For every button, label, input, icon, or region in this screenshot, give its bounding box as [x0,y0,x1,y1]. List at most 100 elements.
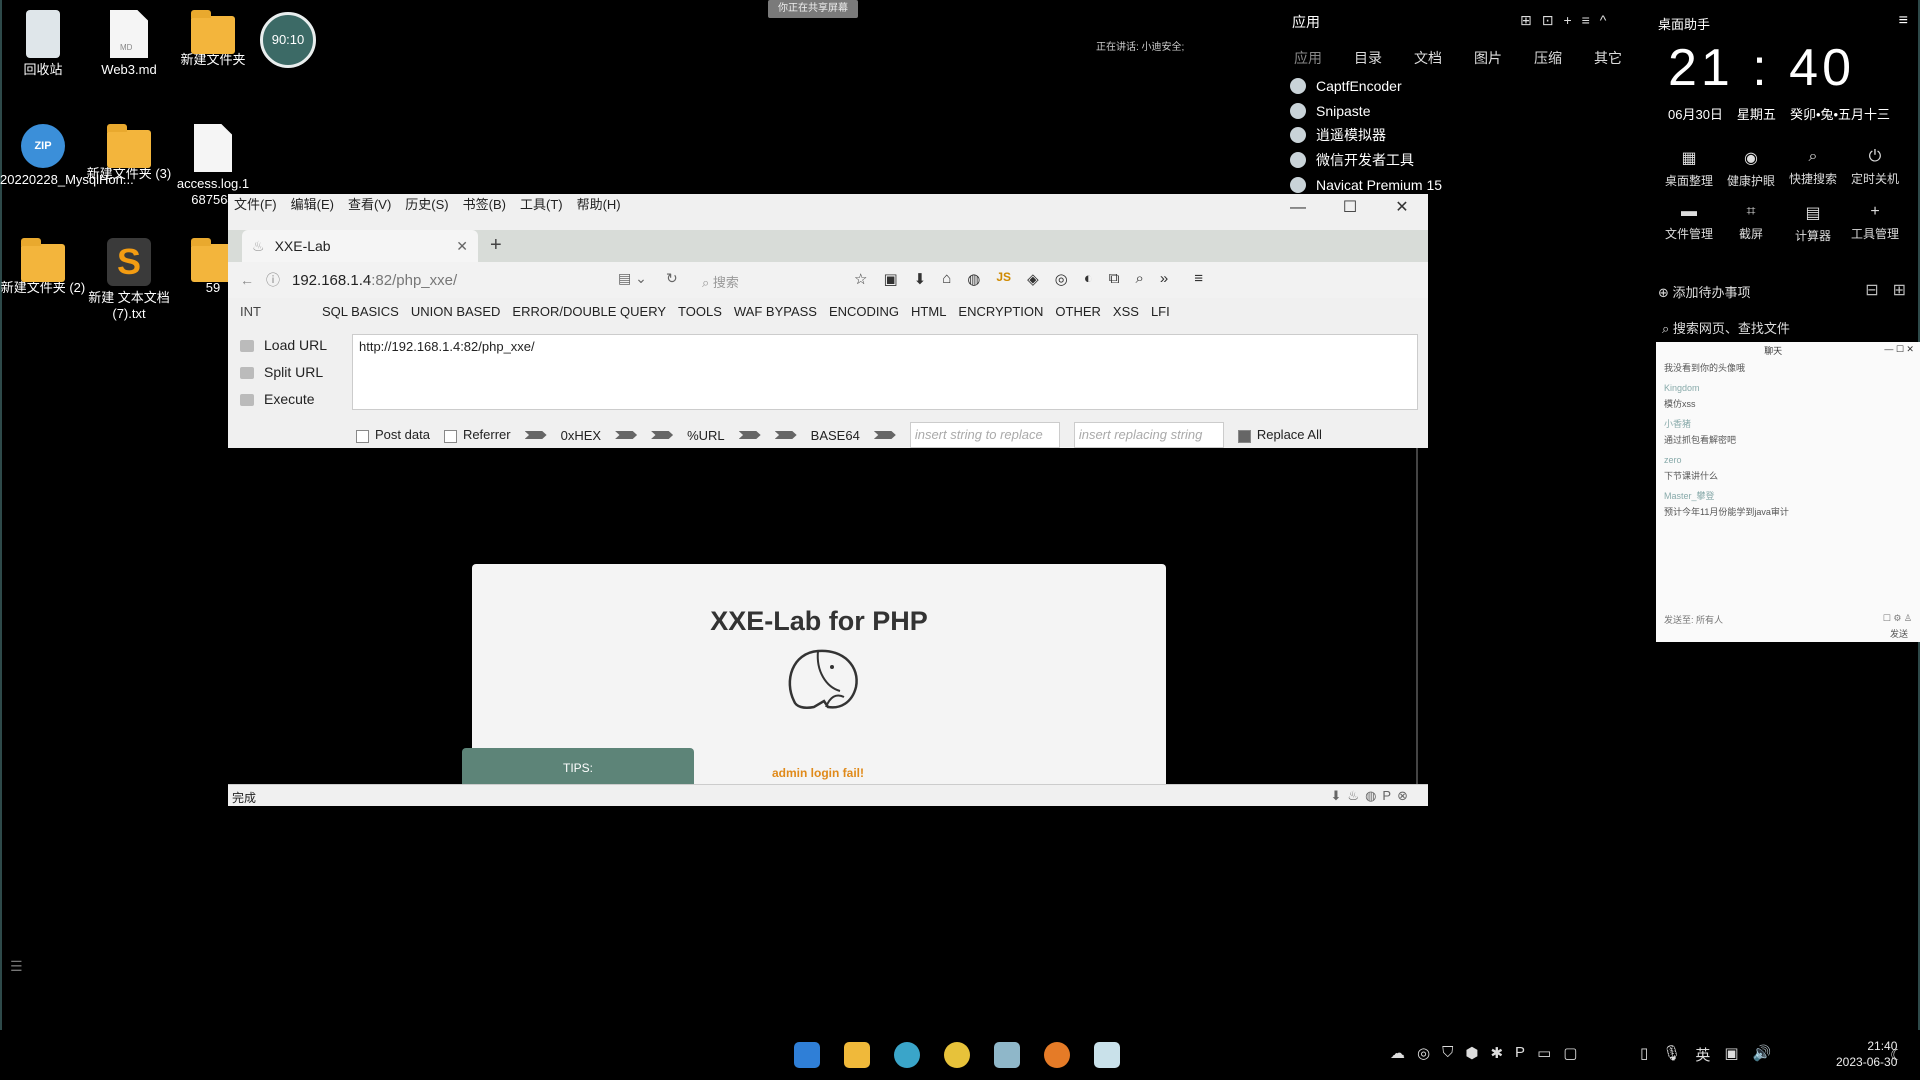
puzzle-icon[interactable]: ⬢ [1465,1044,1478,1062]
globe-icon[interactable]: ◍ [967,270,980,288]
minimize-button[interactable]: — [1272,194,1324,222]
gear-icon[interactable]: ✱ [1490,1044,1503,1062]
cloud-icon[interactable]: ☁ [1390,1044,1405,1062]
hackbar-union-based[interactable]: UNION BASED [411,304,501,319]
reader-icon[interactable]: ▤ ⌄ [618,270,647,287]
referrer-checkbox[interactable]: Referrer [443,427,511,443]
app-item-wechat-devtools[interactable]: 微信开发者工具 [1290,148,1442,173]
tab-images[interactable]: 图片 [1474,48,1534,68]
url-right-arrow-icon[interactable] [738,431,761,439]
maximize-button[interactable]: ☐ [1324,194,1376,222]
web-search[interactable]: ⌕ 搜索网页、查找文件 [1662,318,1790,337]
app-item-captfencoder[interactable]: CaptfEncoder [1290,74,1442,99]
monitor-icon[interactable]: ▢ [1563,1044,1577,1062]
proxy-icon[interactable]: ◎ [1055,270,1068,288]
desktop-icon-new-folder-2[interactable]: 新建文件夹 (2) [0,238,86,296]
menu-help[interactable]: 帮助(H) [577,194,621,214]
chrome-icon[interactable] [944,1042,970,1068]
p-app-icon[interactable]: P [1515,1044,1525,1062]
chat-tools[interactable]: ☐ ⚙ ♙ [1883,613,1912,626]
replace-all-checkbox[interactable]: Replace All [1237,427,1322,443]
screen-share-banner[interactable]: 你正在共享屏幕 [768,0,858,18]
hex-left-arrow-icon[interactable] [524,431,547,439]
zoom-icon[interactable]: ⌕ [1135,270,1143,288]
hackbar-other[interactable]: OTHER [1055,304,1101,319]
edge-icon[interactable] [894,1042,920,1068]
menu-file[interactable]: 文件(F) [234,194,277,214]
menu-icon[interactable]: ≡ [1899,12,1908,30]
load-url-button[interactable]: Load URL [240,332,327,359]
desktop-icon-text-doc[interactable]: S 新建 文本文档 (7).txt [86,238,172,322]
hackbar-int-select[interactable]: INT [240,304,310,319]
desktop-icon-mysql-zip[interactable]: ZIP 20220228_MysqlHon... [0,124,134,188]
app-icon[interactable] [1094,1042,1120,1068]
tool-eye-care[interactable]: ◉ 健康护眼 [1720,148,1782,189]
post-data-checkbox[interactable]: Post data [356,427,430,443]
menu-view[interactable]: 查看(V) [348,194,391,214]
tab-archives[interactable]: 压缩 [1534,48,1594,68]
volume-icon[interactable]: 🔊 [1753,1044,1772,1065]
vertical-scrollbar[interactable] [1416,448,1428,788]
hamburger-menu-icon[interactable]: ≡ [1194,270,1203,288]
url-left-arrow-icon[interactable] [651,431,674,439]
menu-bookmarks[interactable]: 书签(B) [463,194,506,214]
network-icon[interactable]: ▣ [1724,1044,1738,1065]
ime-language[interactable]: 英 [1695,1044,1710,1065]
split-url-button[interactable]: Split URL [240,359,327,386]
tab-xxe-lab[interactable]: ♨ XXE-Lab ✕ [242,230,478,262]
info-icon[interactable]: ⓘ [266,270,280,290]
tool-screenshot[interactable]: ⌗ 截屏 [1720,203,1782,244]
download-icon[interactable]: ⬇ [914,270,927,288]
taskbar-clock[interactable]: 21:40 2023-06-30 [1836,1038,1897,1070]
hackbar-sql-basics[interactable]: SQL BASICS [322,304,399,319]
close-tab-icon[interactable]: ✕ [456,238,468,255]
tool-manage[interactable]: + 工具管理 [1844,203,1906,244]
execute-button[interactable]: Execute [240,386,327,413]
back-icon[interactable]: ← [240,272,254,288]
base64-left-arrow-icon[interactable] [774,431,797,439]
firefox-icon[interactable] [1044,1042,1070,1068]
screenshot-icon[interactable]: ⧉ [1109,270,1120,288]
js-icon[interactable]: JS [996,270,1011,288]
hackbar-error-double[interactable]: ERROR/DOUBLE QUERY [512,304,666,319]
shield-icon[interactable]: ⛉ [1442,1044,1453,1062]
home-icon[interactable]: ⌂ [942,270,951,288]
overflow-icon[interactable]: » [1160,270,1168,288]
hackbar-encryption[interactable]: ENCRYPTION [958,304,1043,319]
hackbar-xss[interactable]: XSS [1113,304,1139,319]
address-bar[interactable]: 192.168.1.4:82/php_xxe/ [292,272,457,289]
display-icon[interactable]: ▭ [1537,1044,1551,1062]
start-icon[interactable] [794,1042,820,1068]
desktop-icon-web3-md[interactable]: MD Web3.md [86,10,172,78]
tab-directory[interactable]: 目录 [1354,48,1414,68]
tool-timed-shutdown[interactable]: ⏻ 定时关机 [1844,148,1906,189]
app-item-snipaste[interactable]: Snipaste [1290,99,1442,124]
hackbar-html[interactable]: HTML [911,304,946,319]
menu-history[interactable]: 历史(S) [405,194,448,214]
replacing-string-input[interactable]: insert replacing string [1073,422,1224,448]
addon-icon[interactable]: ◐ [1084,270,1093,288]
desktop-icon-new-folder-3[interactable]: 新建文件夹 (3) [86,124,172,182]
microphone-icon[interactable]: 🎙 [1662,1044,1681,1065]
tool-desktop-organize[interactable]: ▦ 桌面整理 [1658,148,1720,189]
desktop-icon-recycle-bin[interactable]: 回收站 [0,10,86,78]
todo-controls[interactable]: ⊟⊞ [1865,280,1920,300]
tool-calculator[interactable]: ▤ 计算器 [1782,203,1844,244]
tab-documents[interactable]: 文档 [1414,48,1474,68]
status-icons[interactable]: ⬇♨◍P⊗ [1331,788,1414,804]
apps-panel-controls[interactable]: ⊞⊡+≡^ [1520,12,1616,29]
new-tab-button[interactable]: + [490,234,502,257]
hackbar-lfi[interactable]: LFI [1151,304,1170,319]
usb-icon[interactable]: ▯ [1640,1044,1648,1065]
reload-icon[interactable]: ↻ [666,270,678,287]
base64-right-arrow-icon[interactable] [873,431,896,439]
clipboard-icon[interactable]: ▣ [883,270,897,288]
search-box[interactable]: ⌕ 搜索 [702,272,739,291]
recipient-select[interactable]: 所有人 [1696,615,1723,625]
side-handle[interactable]: ☰ [10,958,23,975]
file-explorer-icon[interactable] [844,1042,870,1068]
tab-apps[interactable]: 应用 [1294,48,1354,68]
hackbar-waf-bypass[interactable]: WAF BYPASS [734,304,817,319]
bookmark-star-icon[interactable]: ☆ [854,270,867,288]
camera-icon[interactable]: ◎ [1417,1044,1430,1062]
